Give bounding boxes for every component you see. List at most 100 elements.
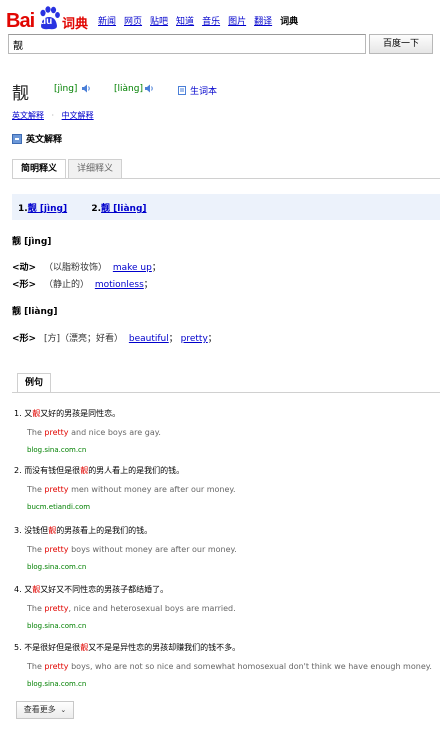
example-item: 1. 又靓又好的男孩是同性恋。 The pretty and nice boys… bbox=[14, 408, 440, 454]
search-input[interactable] bbox=[8, 34, 366, 54]
sense-link-liang[interactable]: 靓 [liàng] bbox=[101, 204, 146, 214]
example-cn-post: 又不是是异性恋的男孩却赚我们的钱不多。 bbox=[88, 643, 241, 652]
example-en-pre: The bbox=[27, 428, 45, 437]
chinese-gloss: （以脂粉妆饰） bbox=[43, 263, 107, 273]
minus-icon bbox=[12, 133, 22, 144]
sense-num: 2. bbox=[91, 204, 102, 214]
english-def-link[interactable]: 英文解释 bbox=[12, 111, 44, 120]
speaker-icon[interactable] bbox=[82, 84, 92, 93]
example-en-pre: The bbox=[27, 485, 45, 494]
example-en-post: and nice boys are gay. bbox=[68, 428, 161, 437]
nav-item-tieba[interactable]: 贴吧 bbox=[150, 14, 168, 27]
baidu-logo[interactable]: Bai du 词典 bbox=[6, 6, 92, 32]
tab-detailed[interactable]: 详细释义 bbox=[68, 159, 123, 179]
chevron-down-icon: ⌄ bbox=[60, 706, 67, 714]
example-cn-pre: 不是很好但是很 bbox=[24, 643, 81, 652]
nav-item-images[interactable]: 图片 bbox=[228, 14, 246, 27]
example-item: 2. 而没有钱但是很靓的男人看上的是我们的钱。 The pretty men w… bbox=[14, 465, 440, 511]
example-item: 5. 不是很好但是很靓又不是是异性恋的男孩却赚我们的钱不多。 The prett… bbox=[14, 642, 440, 688]
example-en-highlight: pretty bbox=[44, 428, 69, 437]
tab-brief[interactable]: 简明释义 bbox=[12, 159, 67, 179]
example-en-post: boys without money are after our money. bbox=[68, 545, 237, 554]
nav-item-news[interactable]: 新闻 bbox=[98, 14, 116, 27]
example-cn-post: 又好的男孩是同性恋。 bbox=[40, 409, 121, 418]
example-en-pre: The bbox=[27, 662, 45, 671]
example-en-highlight: pretty bbox=[44, 662, 69, 671]
link-separator: · bbox=[51, 111, 55, 120]
section-english-def[interactable]: 英文解释 bbox=[12, 132, 62, 145]
logo-product: 词典 bbox=[62, 17, 89, 32]
pronunciation-liang: [liàng] bbox=[114, 84, 143, 94]
nav-item-zhidao[interactable]: 知道 bbox=[176, 14, 194, 27]
example-num: 5. bbox=[14, 643, 22, 652]
pos-label: <形> bbox=[12, 334, 37, 344]
example-en-highlight: pretty bbox=[44, 604, 69, 613]
example-cn-pre: 而没有钱但是很 bbox=[24, 466, 81, 475]
pronunciation-jing: [jìng] bbox=[54, 84, 78, 94]
example-num: 3. bbox=[14, 526, 22, 535]
example-en-post: men without money are after our money. bbox=[68, 485, 236, 494]
headword: 靓 bbox=[12, 84, 29, 104]
example-en-highlight: pretty bbox=[44, 545, 69, 554]
nav-item-translate[interactable]: 翻译 bbox=[254, 14, 272, 27]
example-source: blog.sina.com.cn bbox=[27, 563, 87, 571]
example-cn-highlight: 靓 bbox=[32, 409, 41, 418]
chinese-gloss: [方]（漂亮；好看） bbox=[43, 334, 123, 344]
sense-list: 1.靓 [jìng] 2.靓 [liàng] bbox=[12, 194, 440, 220]
example-source: blog.sina.com.cn bbox=[27, 622, 87, 630]
english-word-link[interactable]: motionless bbox=[95, 280, 144, 290]
example-cn-highlight: 靓 bbox=[48, 526, 57, 535]
pos-label: <形> bbox=[12, 280, 37, 290]
example-en-pre: The bbox=[27, 545, 45, 554]
search-button[interactable]: 百度一下 bbox=[369, 34, 433, 54]
example-source: blog.sina.com.cn bbox=[27, 446, 87, 454]
example-cn-post: 又好又不同性恋的男孩子都结婚了。 bbox=[40, 585, 169, 594]
example-en-highlight: pretty bbox=[44, 485, 69, 494]
tab-examples[interactable]: 例句 bbox=[17, 373, 52, 393]
tab-divider bbox=[12, 178, 440, 179]
english-word-link[interactable]: beautiful bbox=[129, 334, 169, 344]
logo-du: du bbox=[40, 16, 53, 27]
example-cn-pre: 又 bbox=[24, 585, 33, 594]
add-to-vocab-button[interactable]: 生词本 bbox=[178, 84, 217, 97]
chinese-def-link[interactable]: 中文解释 bbox=[62, 111, 94, 120]
english-word-link[interactable]: make up bbox=[113, 263, 152, 273]
logo-text: Bai bbox=[6, 10, 35, 32]
vocab-label: 生词本 bbox=[190, 87, 218, 97]
section-title: 英文解释 bbox=[26, 135, 63, 145]
show-more-button[interactable]: 查看更多 ⌄ bbox=[16, 701, 74, 719]
example-num: 1. bbox=[14, 409, 22, 418]
pos-label: <动> bbox=[12, 263, 37, 273]
entry-heading-liang: 靓 [liàng] bbox=[12, 307, 58, 317]
def-sep: ； bbox=[151, 263, 161, 273]
sense-link-jing[interactable]: 靓 [jìng] bbox=[28, 204, 67, 214]
chinese-gloss: （静止的） bbox=[43, 280, 89, 290]
example-cn-highlight: 靓 bbox=[32, 585, 41, 594]
sense-num: 1. bbox=[18, 204, 28, 214]
example-en-post: boys, who are not so nice and somewhat h… bbox=[68, 662, 432, 671]
vocab-book-icon bbox=[178, 86, 186, 95]
example-cn-post: 的男孩看上的是我们的钱。 bbox=[56, 526, 153, 535]
definition-row: <动> （以脂粉妆饰） make up； bbox=[12, 260, 161, 273]
nav-item-music[interactable]: 音乐 bbox=[202, 14, 220, 27]
example-cn-pre: 又 bbox=[24, 409, 33, 418]
def-sep: ； bbox=[207, 334, 217, 344]
definition-links: 英文解释 · 中文解释 bbox=[12, 110, 94, 121]
def-sep: ； bbox=[168, 334, 178, 344]
nav-item-web[interactable]: 网页 bbox=[124, 14, 142, 27]
examples-divider bbox=[12, 392, 440, 393]
example-num: 2. bbox=[14, 466, 22, 475]
top-nav: 新闻 网页 贴吧 知道 音乐 图片 翻译 词典 bbox=[98, 14, 298, 27]
definition-row: <形> （静止的） motionless； bbox=[12, 277, 153, 290]
def-sep: ； bbox=[143, 280, 153, 290]
example-en-post: , nice and heterosexual boys are married… bbox=[68, 604, 236, 613]
entry-heading-jing: 靓 [jìng] bbox=[12, 237, 52, 247]
speaker-icon[interactable] bbox=[145, 84, 155, 93]
example-num: 4. bbox=[14, 585, 22, 594]
english-word-link[interactable]: pretty bbox=[181, 334, 208, 344]
definition-tabs: 简明释义 详细释义 bbox=[12, 159, 124, 179]
example-item: 4. 又靓又好又不同性恋的男孩子都结婚了。 The pretty, nice a… bbox=[14, 584, 440, 630]
example-cn-highlight: 靓 bbox=[80, 466, 89, 475]
definition-row: <形> [方]（漂亮；好看） beautiful； pretty； bbox=[12, 331, 217, 344]
example-cn-highlight: 靓 bbox=[80, 643, 89, 652]
